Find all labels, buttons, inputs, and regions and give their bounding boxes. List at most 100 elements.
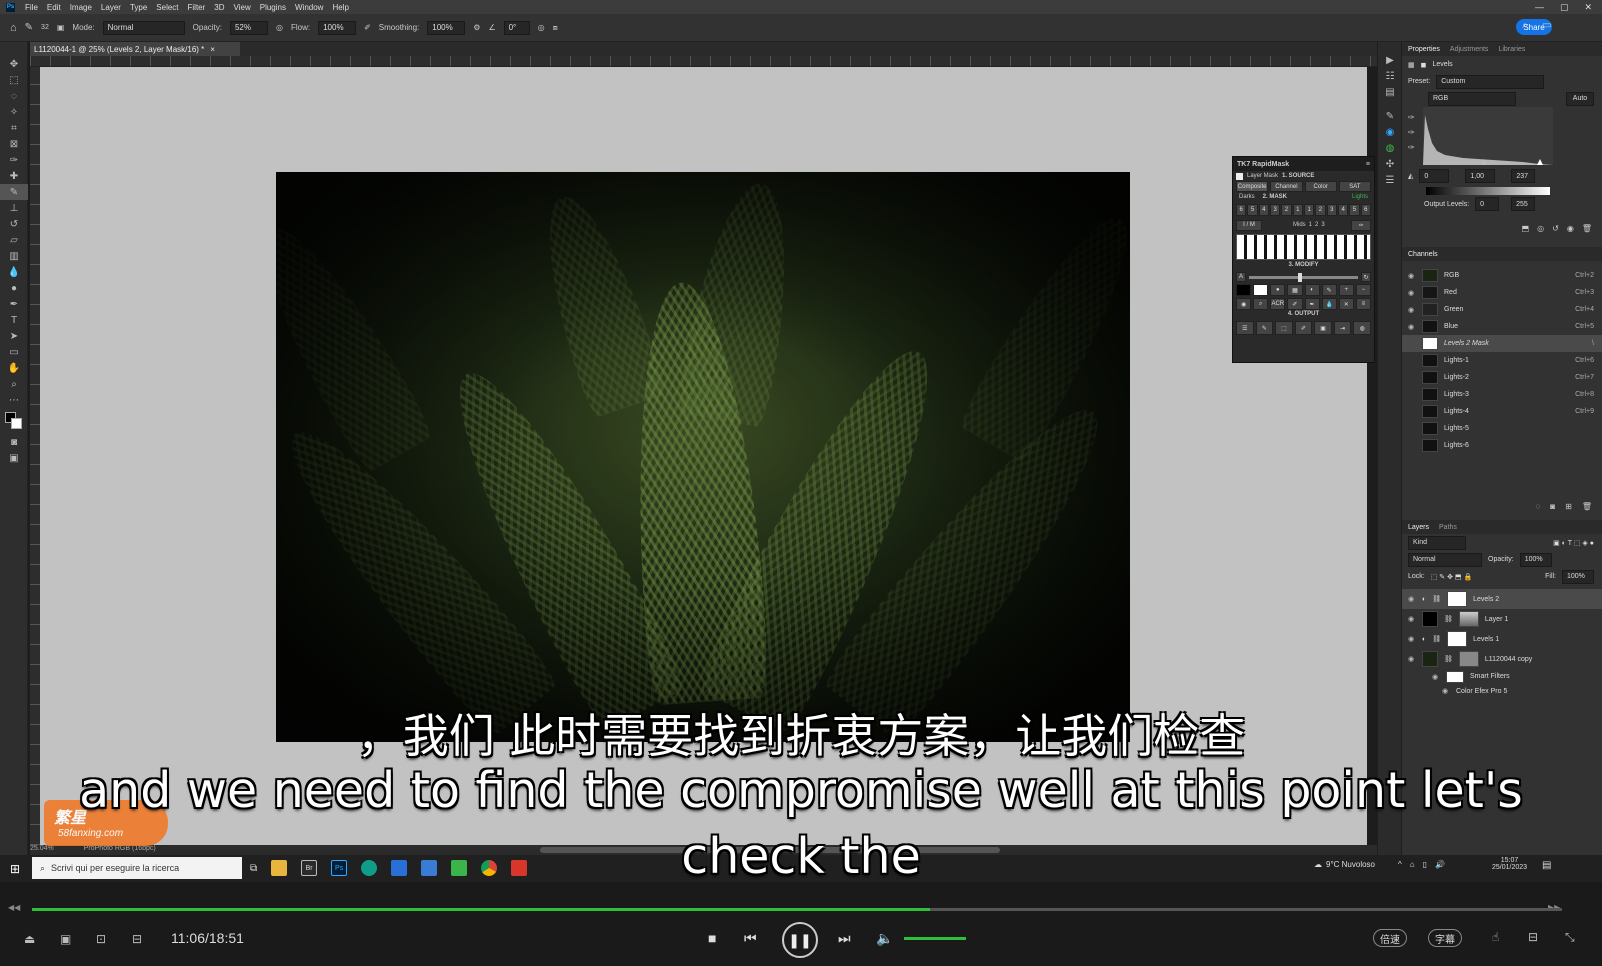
menu-image[interactable]: Image [70,3,92,12]
menu-plugins[interactable]: Plugins [260,3,286,12]
blur-tool-icon[interactable]: 💧 [0,264,28,280]
input-white-field[interactable]: 237 [1511,169,1536,183]
source-tab-channel[interactable]: Channel [1270,181,1303,192]
maximize-button[interactable]: ▢ [1560,2,1569,13]
input-black-field[interactable]: 0 [1419,169,1450,183]
menu-layer[interactable]: Layer [101,3,121,12]
modify-brush-icon[interactable]: ✐ [1287,298,1303,310]
layer-row-layer-1[interactable]: ◉ ⛓ Layer 1 [1402,609,1602,629]
menu-window[interactable]: Window [295,3,323,12]
lights-4-button[interactable]: 4 [1337,204,1349,216]
pressure-size-icon[interactable]: ◎ [538,23,545,32]
darks-6-button[interactable]: 6 [1236,204,1247,216]
menu-3d[interactable]: 3D [214,3,224,12]
mids-3[interactable]: 3 [1321,222,1324,228]
crop-tool-icon[interactable]: ⌗ [0,120,28,136]
minimize-button[interactable]: — [1535,2,1544,12]
more-tools-icon[interactable]: ⋯ [0,392,28,408]
filter-icons[interactable]: ▣ ◐ T ⬚ ◈ ● [1553,539,1594,547]
stop-icon[interactable]: ■ [708,930,716,946]
brush-settings-icon[interactable]: ▣ [57,23,65,32]
modify-eye-icon[interactable]: ◉ [1236,298,1252,310]
channel-row-green[interactable]: ◉ Green Ctrl+4 [1402,301,1602,318]
output-black-field[interactable]: 0 [1475,197,1500,211]
document-tab[interactable]: L1120044-1 @ 25% (Levels 2, Layer Mask/1… [30,42,240,56]
airbrush-icon[interactable]: ✐ [364,23,371,32]
color-efex-row[interactable]: ◉ Color Efex Pro 5 [1402,684,1602,698]
speed-button[interactable]: 倍速 [1373,929,1407,947]
rectangle-tool-icon[interactable]: ▭ [0,344,28,360]
output-gradient[interactable] [1426,187,1550,195]
mode-select[interactable]: Normal [102,20,185,35]
delete-adjust-icon[interactable]: 🗑 [1582,224,1592,233]
horizontal-ruler[interactable] [30,56,1387,67]
brush-tool-icon[interactable]: ✎ [25,22,33,33]
modify-minus-icon[interactable]: − [1355,284,1371,296]
opacity-field[interactable]: 52% [229,20,268,35]
lasso-tool-icon[interactable]: ◌ [0,88,28,104]
healing-tool-icon[interactable]: ✚ [0,168,28,184]
darks-5-button[interactable]: 5 [1247,204,1258,216]
channel-select[interactable]: RGB [1428,91,1516,106]
panel-menu-icon[interactable]: ≡ [1366,161,1370,168]
modify-dot-icon[interactable]: ● [1270,284,1286,296]
eye-icon[interactable]: ◉ [1408,306,1416,314]
move-tool-icon[interactable]: ✥ [0,56,28,72]
acr-button[interactable]: ACR [1270,298,1286,310]
im-button[interactable]: I / M [1236,219,1262,231]
channel-row-lights-2[interactable]: Lights-2 Ctrl+7 [1402,369,1602,386]
menu-filter[interactable]: Filter [188,3,206,12]
play-action-icon[interactable]: ▶ [1378,52,1402,68]
close-tab-icon[interactable]: × [210,45,215,54]
eraser-tool-icon[interactable]: ▱ [0,232,28,248]
clip-to-layer-icon[interactable]: ⬒ [1522,224,1530,233]
dodge-tool-icon[interactable]: ● [0,280,28,296]
comments-icon[interactable]: ▤ [1378,84,1402,100]
modify-edit-icon[interactable]: ✎ [1321,284,1337,296]
zoom-tool-icon[interactable]: ⌕ [0,376,28,392]
menu-select[interactable]: Select [156,3,178,12]
fern-photo[interactable] [276,172,1130,742]
eye-icon[interactable]: ◉ [1442,687,1450,695]
lights-6-button[interactable]: 6 [1360,204,1371,216]
eye-icon[interactable]: ◉ [1408,655,1416,663]
tab-paths[interactable]: Paths [1439,524,1457,531]
source-tab-color[interactable]: Color [1304,181,1337,192]
load-channel-icon[interactable]: ◌ [1536,502,1541,514]
quick-select-tool-icon[interactable]: ✧ [0,104,28,120]
eyedropper-tool-icon[interactable]: ✑ [0,152,28,168]
gradient-tool-icon[interactable]: ▥ [0,248,28,264]
modify-slider-handle[interactable] [1298,272,1303,282]
source-tab-sat[interactable]: SAT [1338,181,1371,192]
stamp-tool-icon[interactable]: ⊥ [0,200,28,216]
layer-row-levels-1[interactable]: ◉ ◐ ⛓ Levels 1 [1402,629,1602,649]
mids-1[interactable]: 1 [1309,222,1312,228]
output-white-field[interactable]: 255 [1511,197,1536,211]
output-logo-icon[interactable]: ◍ [1353,321,1372,335]
search-icon[interactable]: ⌕ [1522,20,1528,31]
channel-row-lights-5[interactable]: Lights-5 [1402,420,1602,437]
layer-mask-thumbnail[interactable] [1447,591,1468,607]
smart-filters-row[interactable]: ◉ Smart Filters [1402,669,1602,684]
lights-5-button[interactable]: 5 [1349,204,1360,216]
darks-2-button[interactable]: 2 [1281,204,1292,216]
levels-histogram[interactable] [1422,107,1553,165]
modify-drop-icon[interactable]: 💧 [1321,298,1337,310]
menu-view[interactable]: View [234,3,251,12]
save-selection-icon[interactable]: ◙ [1550,502,1555,514]
brush-size[interactable]: 32 [41,24,49,31]
zone-selector-keys[interactable] [1236,234,1371,260]
layer-row-levels-2[interactable]: ◉ ◐ ⛓ Levels 2 [1402,589,1602,609]
new-channel-icon[interactable]: ⊞ [1565,502,1572,514]
smart-filter-mask[interactable] [1446,670,1464,683]
layer-mask-thumbnail[interactable] [1458,611,1479,627]
channel-row-rgb[interactable]: ◉ RGB Ctrl+2 [1402,267,1602,284]
tab-channels[interactable]: Channels [1408,251,1438,258]
view-previous-icon[interactable]: ◎ [1537,224,1544,233]
layer-mask-thumbnail[interactable] [1447,631,1468,647]
darks-4-button[interactable]: 4 [1258,204,1269,216]
source-tab-composite[interactable]: Composite [1236,181,1269,192]
channel-row-lights-3[interactable]: Lights-3 Ctrl+8 [1402,386,1602,403]
black-eyedropper-icon[interactable]: ✑ [1408,113,1415,122]
eye-icon[interactable]: ◉ [1408,615,1416,623]
